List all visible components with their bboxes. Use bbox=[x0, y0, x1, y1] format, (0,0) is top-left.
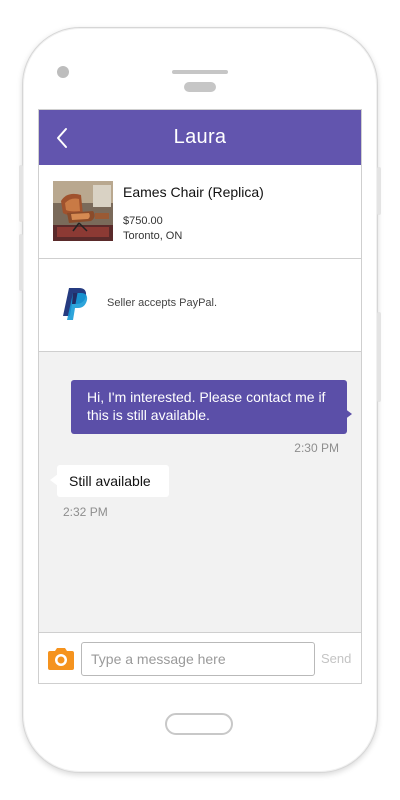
bubble-tail bbox=[344, 408, 352, 420]
contact-name: Laura bbox=[173, 126, 227, 148]
payment-info: Seller accepts PayPal. bbox=[39, 259, 361, 352]
message-list: Hi, I'm interested. Please contact me if… bbox=[39, 352, 361, 632]
incoming-message: Still available bbox=[57, 465, 169, 497]
message-timestamp: 2:30 PM bbox=[294, 441, 339, 455]
power-button bbox=[377, 167, 381, 215]
paypal-note: Seller accepts PayPal. bbox=[107, 297, 218, 309]
outgoing-message: Hi, I'm interested. Please contact me if… bbox=[71, 380, 347, 434]
home-button[interactable] bbox=[165, 713, 233, 735]
chat-header: Laura bbox=[39, 110, 361, 165]
side-button bbox=[377, 312, 381, 402]
sensor bbox=[184, 82, 216, 92]
send-button[interactable]: Send bbox=[321, 651, 351, 666]
listing-location: Toronto, ON bbox=[123, 230, 183, 242]
listing-price: $750.00 bbox=[123, 215, 163, 227]
volume-button bbox=[19, 234, 23, 291]
message-input[interactable] bbox=[81, 642, 315, 676]
front-camera bbox=[57, 66, 69, 78]
listing-title: Eames Chair (Replica) bbox=[123, 184, 264, 200]
chat-screen: Laura Eames Chair (Replica) $750.00 Toro… bbox=[38, 109, 362, 684]
listing-card[interactable]: Eames Chair (Replica) $750.00 Toronto, O… bbox=[39, 165, 361, 259]
speaker-grille bbox=[172, 70, 228, 74]
message-timestamp: 2:32 PM bbox=[63, 505, 108, 519]
camera-icon[interactable] bbox=[46, 646, 76, 672]
chair-photo bbox=[53, 181, 113, 241]
bubble-tail bbox=[50, 474, 58, 486]
paypal-icon bbox=[63, 288, 88, 320]
message-composer: Send bbox=[39, 632, 361, 683]
volume-button bbox=[19, 165, 23, 222]
